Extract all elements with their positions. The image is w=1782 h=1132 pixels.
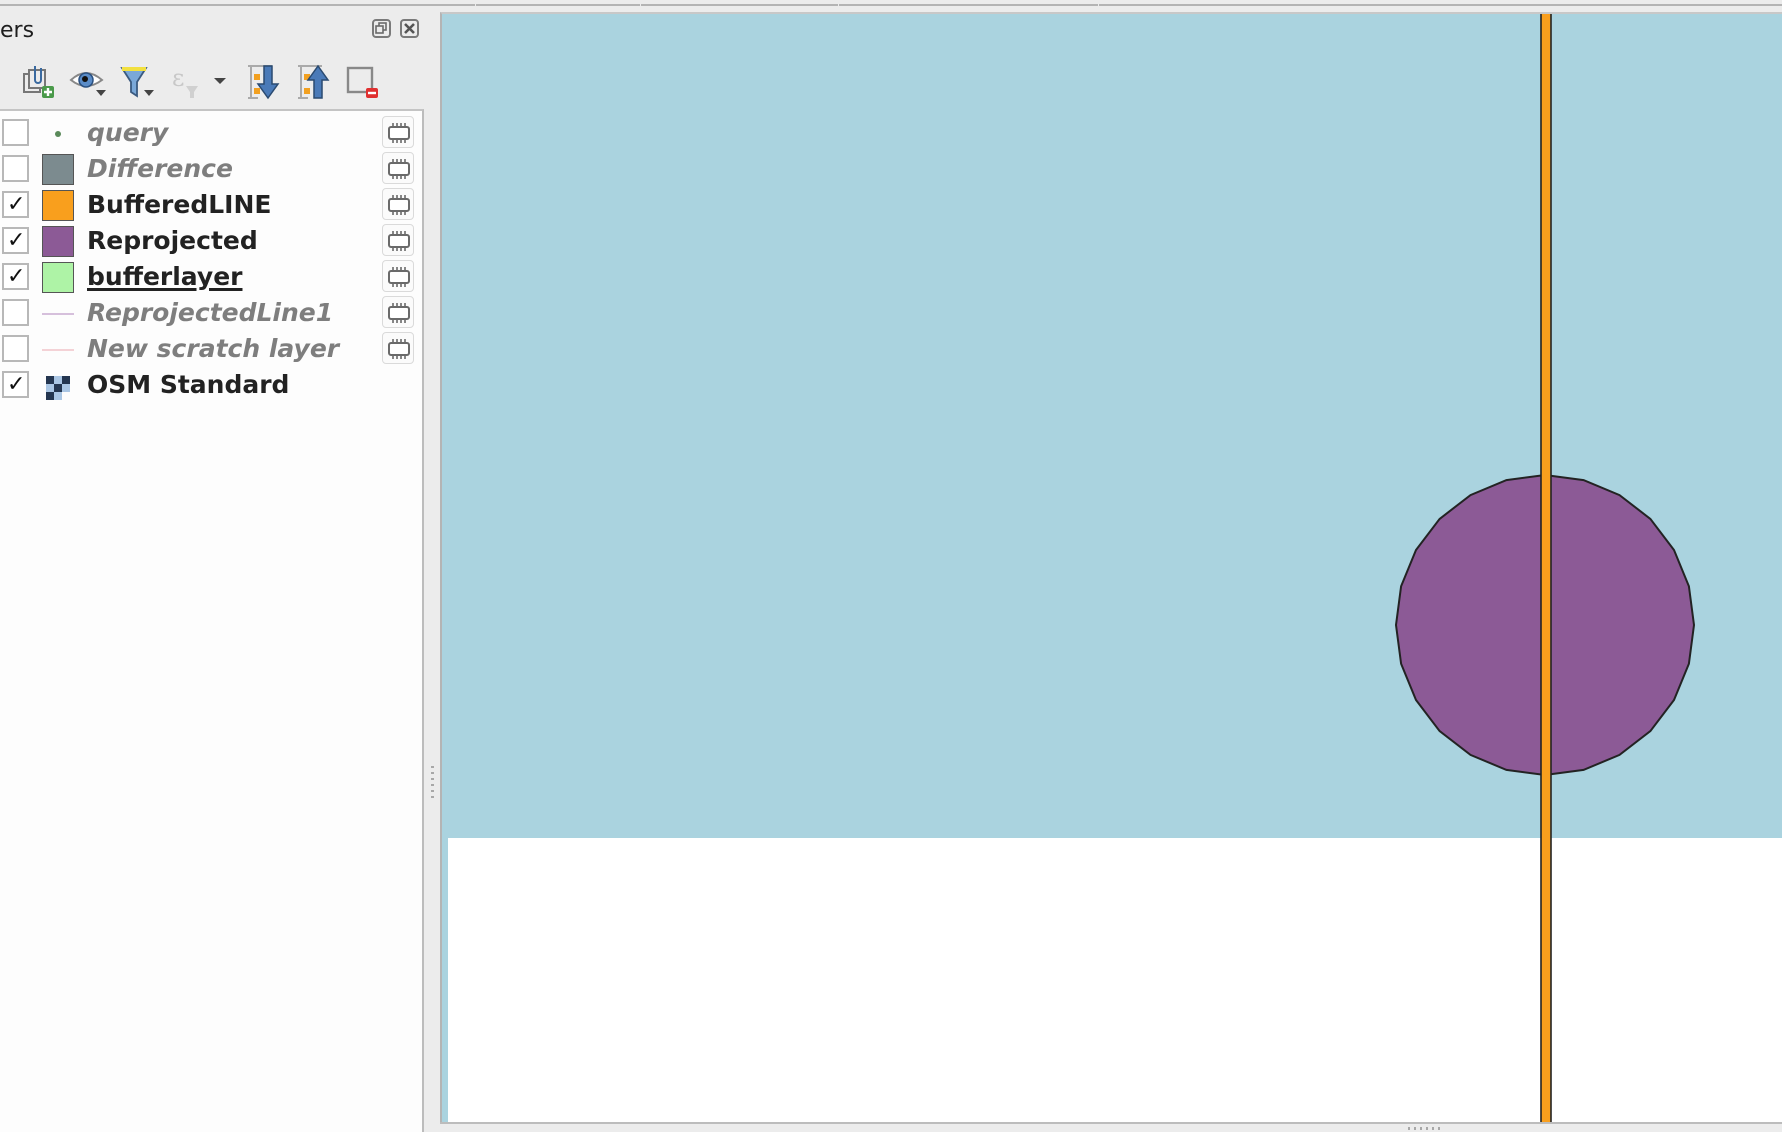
temporary-layer-indicator[interactable] bbox=[382, 152, 414, 184]
layer-visibility-checkbox[interactable]: ✓ bbox=[2, 191, 29, 218]
layer-name: Reprojected bbox=[87, 226, 258, 255]
close-panel-button[interactable] bbox=[400, 19, 419, 38]
expand-all-icon bbox=[248, 65, 280, 100]
layer-row[interactable]: New scratch layer bbox=[0, 331, 420, 367]
polygon-symbol-icon bbox=[42, 154, 74, 185]
memory-chip-icon bbox=[388, 339, 410, 359]
temporary-layer-indicator[interactable] bbox=[382, 332, 414, 364]
layers-panel: ers ε query Difference ✓ BufferedLINE ✓ … bbox=[0, 8, 424, 1132]
manage-visibility-button[interactable] bbox=[68, 62, 108, 102]
bottom-splitter[interactable] bbox=[440, 1122, 1782, 1132]
top-border-segment bbox=[640, 4, 641, 7]
temporary-layer-indicator[interactable] bbox=[382, 224, 414, 256]
layer-row[interactable]: ✓ BufferedLINE bbox=[0, 187, 420, 223]
layer-row[interactable]: ✓ OSM Standard bbox=[0, 367, 420, 403]
layer-row[interactable]: ✓ Reprojected bbox=[0, 223, 420, 259]
memory-chip-icon bbox=[388, 267, 410, 287]
osm-empty-area bbox=[448, 838, 1782, 1122]
add-group-button[interactable] bbox=[18, 62, 58, 102]
window-top-border bbox=[0, 4, 1782, 6]
memory-chip-icon bbox=[388, 195, 410, 215]
expression-dropdown-button[interactable] bbox=[210, 62, 230, 102]
layer-name: Difference bbox=[87, 154, 233, 183]
check-icon: ✓ bbox=[7, 228, 26, 253]
top-border-segment bbox=[1098, 4, 1099, 7]
float-icon bbox=[375, 22, 387, 34]
layer-row[interactable]: ReprojectedLine1 bbox=[0, 295, 420, 331]
memory-chip-icon bbox=[388, 159, 410, 179]
layer-name: query bbox=[87, 118, 169, 147]
check-icon: ✓ bbox=[7, 264, 26, 289]
layer-row[interactable]: ✓ bufferlayer bbox=[0, 259, 420, 295]
line-symbol-icon bbox=[42, 298, 74, 329]
expression-filter-icon: ε bbox=[172, 64, 198, 98]
layer-name: New scratch layer bbox=[87, 334, 340, 363]
layer-name: OSM Standard bbox=[87, 370, 290, 399]
memory-chip-icon bbox=[388, 303, 410, 323]
temporary-layer-indicator[interactable] bbox=[382, 296, 414, 328]
bottom-splitter-handle[interactable] bbox=[1408, 1127, 1442, 1130]
top-border-segment bbox=[475, 4, 476, 7]
map-layers bbox=[448, 14, 1782, 1122]
layer-visibility-checkbox[interactable] bbox=[2, 155, 29, 182]
point-symbol-icon bbox=[42, 118, 74, 149]
polygon-symbol-icon bbox=[42, 226, 74, 257]
temporary-layer-indicator[interactable] bbox=[382, 260, 414, 292]
polygon-symbol-icon bbox=[42, 262, 74, 293]
layer-name: BufferedLINE bbox=[87, 190, 272, 219]
close-icon bbox=[404, 23, 415, 34]
expand-all-button[interactable] bbox=[244, 62, 284, 102]
filter-by-expression-button: ε bbox=[170, 62, 210, 102]
remove-layer-icon bbox=[346, 66, 378, 98]
line-symbol-icon bbox=[42, 334, 74, 365]
chevron-down-icon bbox=[214, 78, 226, 84]
filter-icon bbox=[120, 67, 154, 98]
top-border-segment bbox=[838, 4, 839, 7]
buffered-line-feature bbox=[1540, 14, 1552, 1122]
float-panel-button[interactable] bbox=[372, 19, 391, 38]
layer-visibility-checkbox[interactable]: ✓ bbox=[2, 371, 29, 398]
polygon-symbol-icon bbox=[42, 190, 74, 221]
map-canvas[interactable] bbox=[440, 12, 1782, 1122]
check-icon: ✓ bbox=[7, 192, 26, 217]
filter-legend-button[interactable] bbox=[118, 62, 158, 102]
layer-row[interactable]: Difference bbox=[0, 151, 420, 187]
layer-name: ReprojectedLine1 bbox=[87, 298, 334, 327]
memory-chip-icon bbox=[388, 123, 410, 143]
panel-splitter[interactable] bbox=[424, 8, 440, 1132]
panel-title: ers bbox=[0, 18, 35, 43]
eye-icon bbox=[69, 72, 106, 96]
check-icon: ✓ bbox=[7, 372, 26, 397]
temporary-layer-indicator[interactable] bbox=[382, 188, 414, 220]
layer-visibility-checkbox[interactable]: ✓ bbox=[2, 263, 29, 290]
splitter-handle[interactable] bbox=[431, 766, 434, 800]
layer-visibility-checkbox[interactable]: ✓ bbox=[2, 227, 29, 254]
layer-tree: query Difference ✓ BufferedLINE ✓ Reprojected… bbox=[0, 109, 424, 1132]
layer-visibility-checkbox[interactable] bbox=[2, 299, 29, 326]
svg-text:ε: ε bbox=[172, 64, 184, 92]
collapse-all-icon bbox=[298, 64, 330, 99]
temporary-layer-indicator[interactable] bbox=[382, 116, 414, 148]
layer-visibility-checkbox[interactable] bbox=[2, 335, 29, 362]
layers-toolbar: ε bbox=[0, 58, 424, 110]
remove-layer-button[interactable] bbox=[342, 62, 382, 102]
layer-name: bufferlayer bbox=[87, 262, 243, 291]
collapse-all-button[interactable] bbox=[294, 62, 334, 102]
memory-chip-icon bbox=[388, 231, 410, 251]
raster-tile-icon bbox=[42, 370, 74, 401]
layer-row[interactable]: query bbox=[0, 115, 420, 151]
layer-visibility-checkbox[interactable] bbox=[2, 119, 29, 146]
clip-add-icon bbox=[23, 66, 54, 98]
